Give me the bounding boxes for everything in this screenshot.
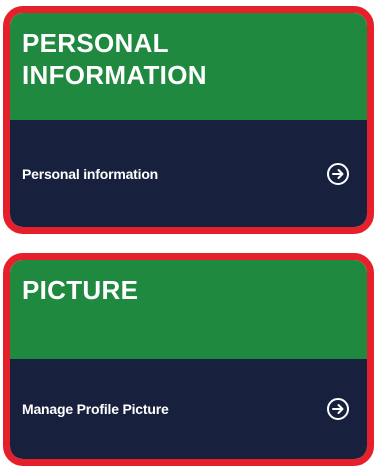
personal-information-link[interactable]: Personal information <box>10 120 367 227</box>
arrow-circle-right-icon[interactable] <box>325 161 351 187</box>
link-label: Manage Profile Picture <box>22 401 169 417</box>
card-title: PERSONAL INFORMATION <box>22 28 207 90</box>
card-title: PICTURE <box>22 275 139 305</box>
card-header: PERSONAL INFORMATION <box>10 13 367 120</box>
arrow-circle-right-icon[interactable] <box>325 396 351 422</box>
picture-card: PICTURE Manage Profile Picture <box>3 253 374 466</box>
manage-profile-picture-link[interactable]: Manage Profile Picture <box>10 359 367 459</box>
link-label: Personal information <box>22 165 159 182</box>
personal-information-card: PERSONAL INFORMATION Personal informatio… <box>3 6 374 234</box>
card-header: PICTURE <box>10 260 367 359</box>
